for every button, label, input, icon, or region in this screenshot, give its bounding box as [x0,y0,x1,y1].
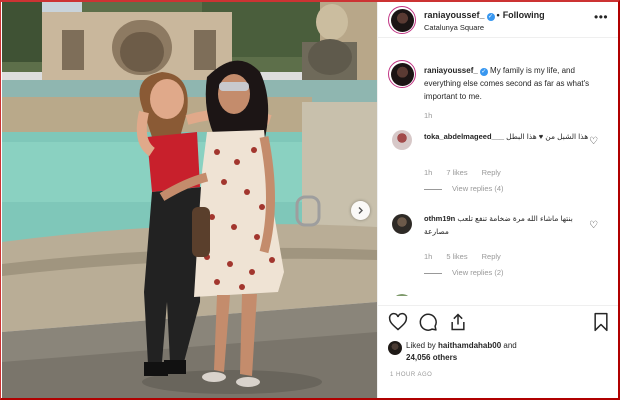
comment-meta: 1h 5 likes Reply [424,252,515,261]
replies-line [424,272,442,274]
comment-like-heart-icon[interactable]: ♡ [589,220,598,231]
comment-text: هذا الشبل من ♥ هذا البطل [506,132,589,141]
comment-body: toka_abdelmageed___ هذا الشبل من ♥ هذا ا… [424,130,592,143]
share-icon[interactable] [448,312,468,332]
post-photo[interactable] [2,2,377,398]
likes-text: Liked by haithamdahab00 and 24,056 other… [406,340,517,364]
author-username[interactable]: raniayoussef_ [424,10,485,20]
post-action-bar [378,305,618,341]
follow-status-button[interactable]: Following [503,10,545,20]
verified-badge-icon: ✓ [486,13,495,21]
comments-section[interactable]: raniayoussef_ ✓ My family is my life, and… [378,38,618,296]
likes-and-label: and [503,341,517,350]
view-replies-button[interactable]: View replies (2) [424,268,504,277]
author-avatar[interactable] [388,6,416,34]
comment-icon[interactable] [418,312,438,332]
likes-count[interactable]: 24,056 others [406,353,457,362]
replies-line [424,188,442,190]
comment-reply-button[interactable]: Reply [482,168,501,177]
post-author-line: raniayoussef_ ✓ • Following [424,10,545,21]
comment-like-heart-icon[interactable]: ♡ [589,136,598,147]
post-caption: raniayoussef_ ✓ My family is my life, and… [424,64,614,103]
comment-reply-button[interactable]: Reply [482,252,501,261]
comment-body: othm19n بنتها ماشاء الله مرة ضخامة تنفع … [424,212,592,238]
chevron-right-icon [358,207,363,214]
caption-time[interactable]: 1h [424,111,432,120]
separator-dot: • [496,10,500,20]
comment-likes[interactable]: 5 likes [446,252,467,261]
comment-meta: 1h 7 likes Reply [424,168,515,177]
next-photo-button[interactable] [351,201,370,220]
post-side-panel: raniayoussef_ ✓ • Following Catalunya Squar… [377,2,618,398]
comment-likes[interactable]: 7 likes [446,168,467,177]
commenter-avatar[interactable] [392,130,412,150]
comment-username[interactable]: othm19n [424,214,455,223]
commenter-avatar[interactable] [392,294,412,296]
commenter-avatar[interactable] [392,214,412,234]
caption-avatar[interactable] [388,60,416,88]
more-options-icon[interactable]: ••• [594,10,608,24]
view-replies-button[interactable]: View replies (4) [424,184,504,193]
window-frame: raniayoussef_ ✓ • Following Catalunya Squar… [0,0,620,400]
view-replies-label: View replies (2) [452,268,504,277]
caption-username[interactable]: raniayoussef_ [424,66,478,75]
post-location[interactable]: Catalunya Square [424,23,484,32]
heart-icon[interactable] [388,312,408,332]
verified-badge-icon: ✓ [479,68,488,76]
liker-avatar[interactable] [388,341,402,355]
liked-by-label: Liked by [406,341,436,350]
photo-illustration [2,2,377,398]
bookmark-icon[interactable] [592,312,610,332]
comment-time[interactable]: 1h [424,168,432,177]
view-replies-label: View replies (4) [452,184,504,193]
post-timestamp[interactable]: 1 HOUR AGO [390,372,432,378]
post-header: raniayoussef_ ✓ • Following Catalunya Squar… [378,2,618,38]
comment-username[interactable]: toka_abdelmageed___ [424,132,504,141]
liker-username[interactable]: haithamdahab00 [438,341,501,350]
comment-time[interactable]: 1h [424,252,432,261]
